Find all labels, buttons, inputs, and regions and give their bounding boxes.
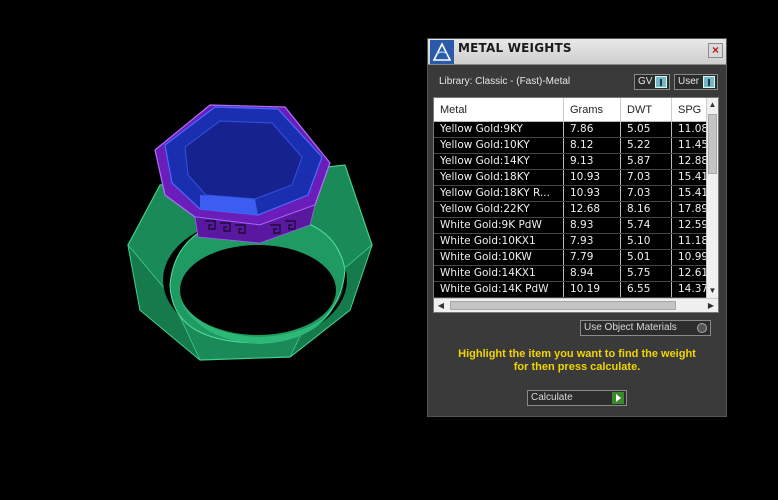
cell-metal: Yellow Gold:18KY [434, 170, 564, 185]
cell-dwt: 8.16 [621, 202, 672, 217]
column-header-spg[interactable]: SPG [672, 98, 708, 121]
cell-dwt: 7.03 [621, 186, 672, 201]
cell-dwt: 5.10 [621, 234, 672, 249]
gv-toggle[interactable]: GV [634, 74, 670, 90]
cell-grams: 7.79 [564, 250, 621, 265]
window-title: METAL WEIGHTS [458, 41, 572, 55]
table-header: Metal Grams DWT SPG [434, 98, 708, 122]
cell-dwt: 7.03 [621, 170, 672, 185]
column-header-grams[interactable]: Grams [564, 98, 621, 121]
cell-grams: 10.93 [564, 186, 621, 201]
cell-dwt: 5.01 [621, 250, 672, 265]
table-row[interactable]: White Gold:9K PdW 8.93 5.74 12.59 [434, 218, 708, 234]
cell-spg: 15.41 [672, 186, 708, 201]
table-row[interactable]: White Gold:10KX1 7.93 5.10 11.18 [434, 234, 708, 250]
cell-metal: White Gold:14K PdW [434, 282, 564, 297]
calculate-button[interactable]: Calculate [527, 390, 627, 406]
cell-grams: 10.93 [564, 170, 621, 185]
cell-dwt: 5.75 [621, 266, 672, 281]
chevron-down-icon[interactable]: ▼ [707, 284, 718, 298]
metal-weights-panel: METAL WEIGHTS × Library: Classic - (Fast… [427, 38, 727, 417]
scroll-thumb-vertical[interactable] [708, 114, 717, 174]
cell-spg: 14.37 [672, 282, 708, 297]
cell-metal: White Gold:9K PdW [434, 218, 564, 233]
table-row[interactable]: Yellow Gold:18KY R... 10.93 7.03 15.41 [434, 186, 708, 202]
cell-dwt: 5.05 [621, 122, 672, 137]
table-row[interactable]: Yellow Gold:10KY 8.12 5.22 11.45 [434, 138, 708, 154]
table-row[interactable]: White Gold:14K PdW 10.19 6.55 14.37 [434, 282, 708, 298]
cell-dwt: 6.55 [621, 282, 672, 297]
chevron-right-icon[interactable]: ▶ [704, 299, 718, 312]
calculate-label: Calculate [531, 392, 573, 403]
table-row[interactable]: Yellow Gold:9KY 7.86 5.05 11.08 [434, 122, 708, 138]
column-header-dwt[interactable]: DWT [621, 98, 672, 121]
chevron-up-icon[interactable]: ▲ [707, 98, 718, 112]
cell-spg: 11.45 [672, 138, 708, 153]
column-header-metal[interactable]: Metal [434, 98, 564, 121]
library-label: Library: Classic - (Fast)-Metal [439, 76, 571, 87]
cell-spg: 17.89 [672, 202, 708, 217]
cell-metal: Yellow Gold:18KY R... [434, 186, 564, 201]
instructions-text: Highlight the item you want to find the … [438, 348, 716, 374]
cell-dwt: 5.22 [621, 138, 672, 153]
toggle-indicator-icon [703, 76, 715, 88]
cell-grams: 8.93 [564, 218, 621, 233]
cell-grams: 8.94 [564, 266, 621, 281]
gv-toggle-label: GV [638, 76, 653, 87]
horizontal-scrollbar[interactable]: ◀ ▶ [434, 298, 718, 312]
cell-dwt: 5.74 [621, 218, 672, 233]
metal-table[interactable]: Metal Grams DWT SPG Yellow Gold:9KY 7.86 5… [433, 97, 719, 313]
toggle-indicator-icon [655, 76, 667, 88]
matrix-logo-icon [430, 40, 454, 64]
cell-dwt: 5.87 [621, 154, 672, 169]
use-object-materials-option[interactable]: Use Object Materials [580, 320, 711, 336]
scroll-thumb-horizontal[interactable] [450, 301, 676, 310]
close-icon[interactable]: × [708, 43, 723, 58]
instructions-line-1: Highlight the item you want to find the … [458, 348, 696, 360]
cell-grams: 7.93 [564, 234, 621, 249]
table-row[interactable]: White Gold:14KX1 8.94 5.75 12.61 [434, 266, 708, 282]
cell-metal: White Gold:10KW [434, 250, 564, 265]
play-icon [612, 392, 624, 404]
cell-metal: Yellow Gold:9KY [434, 122, 564, 137]
cell-spg: 11.18 [672, 234, 708, 249]
vertical-scrollbar[interactable]: ▲ ▼ [706, 98, 718, 298]
cell-metal: Yellow Gold:22KY [434, 202, 564, 217]
table-row[interactable]: Yellow Gold:22KY 12.68 8.16 17.89 [434, 202, 708, 218]
cell-metal: White Gold:14KX1 [434, 266, 564, 281]
title-bar[interactable]: METAL WEIGHTS × [428, 39, 726, 65]
radio-icon[interactable] [697, 323, 707, 333]
cell-metal: Yellow Gold:14KY [434, 154, 564, 169]
table-body: Yellow Gold:9KY 7.86 5.05 11.08 Yellow Gold… [434, 122, 708, 298]
cell-grams: 10.19 [564, 282, 621, 297]
chevron-left-icon[interactable]: ◀ [434, 299, 448, 312]
cell-spg: 11.08 [672, 122, 708, 137]
instructions-line-2: for then press calculate. [513, 361, 641, 373]
cell-grams: 7.86 [564, 122, 621, 137]
user-toggle-label: User [678, 76, 700, 87]
cell-spg: 12.59 [672, 218, 708, 233]
cell-spg: 12.88 [672, 154, 708, 169]
cell-metal: Yellow Gold:10KY [434, 138, 564, 153]
table-row[interactable]: White Gold:10KW 7.79 5.01 10.99 [434, 250, 708, 266]
table-row[interactable]: Yellow Gold:14KY 9.13 5.87 12.88 [434, 154, 708, 170]
cell-spg: 12.61 [672, 266, 708, 281]
table-row[interactable]: Yellow Gold:18KY 10.93 7.03 15.41 [434, 170, 708, 186]
cell-spg: 15.41 [672, 170, 708, 185]
cell-grams: 8.12 [564, 138, 621, 153]
ring-model[interactable] [110, 95, 390, 375]
use-object-materials-label: Use Object Materials [584, 322, 677, 333]
ring-band-hole [180, 245, 336, 335]
cell-metal: White Gold:10KX1 [434, 234, 564, 249]
cell-spg: 10.99 [672, 250, 708, 265]
cell-grams: 9.13 [564, 154, 621, 169]
user-toggle[interactable]: User [674, 74, 718, 90]
cell-grams: 12.68 [564, 202, 621, 217]
